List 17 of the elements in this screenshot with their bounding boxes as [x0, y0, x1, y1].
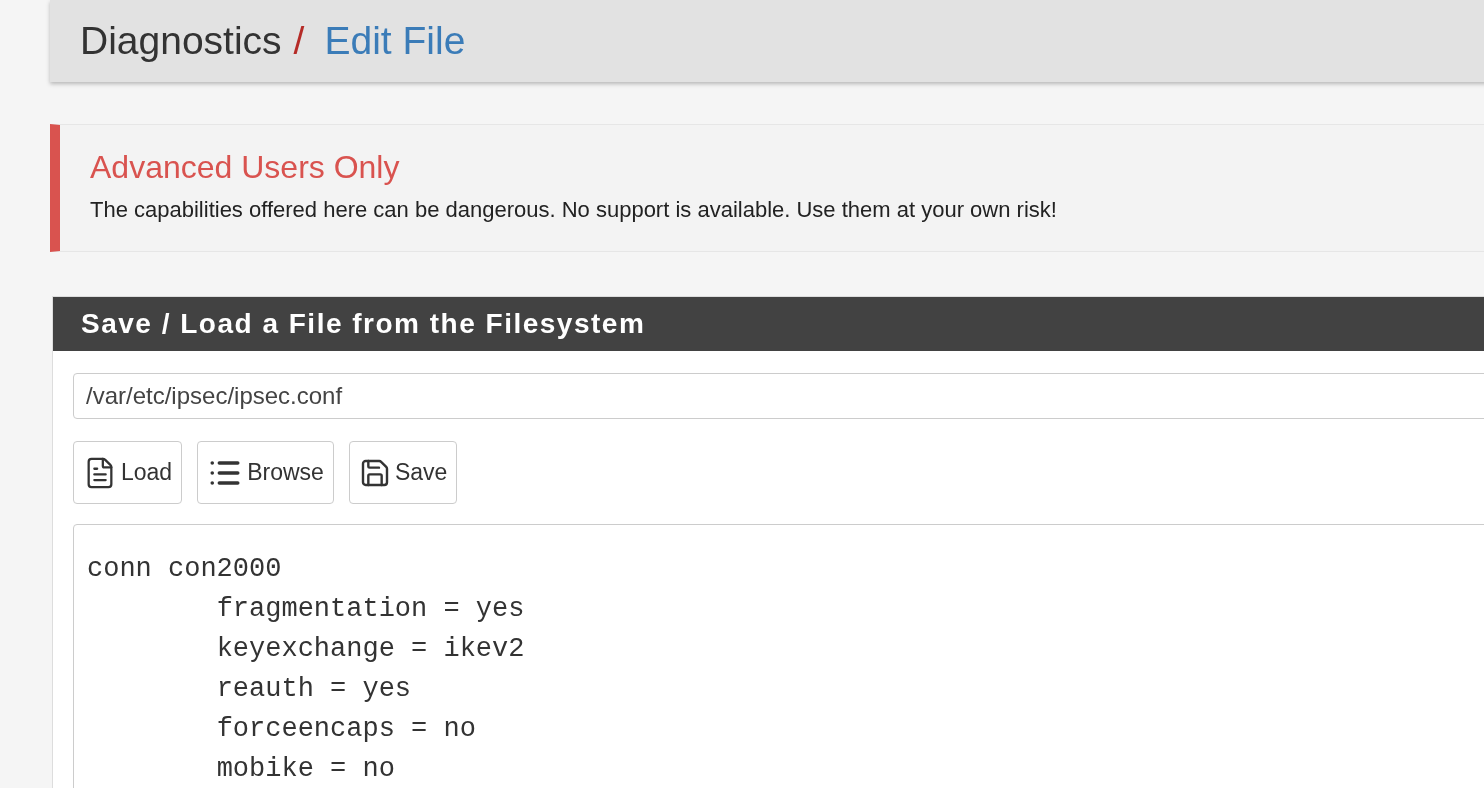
breadcrumb-section: Diagnostics	[80, 11, 282, 71]
alert-title: Advanced Users Only	[90, 148, 401, 187]
code-line: keyexchange = ikev2	[215, 633, 525, 666]
alert-message: The capabilities offered here can be dangerous. No support is available. Use them at your own risk!	[90, 196, 1058, 224]
save-button[interactable]: Save	[348, 441, 458, 504]
breadcrumb-separator: /	[293, 17, 305, 64]
breadcrumb-page: Edit File	[324, 17, 466, 64]
code-line: forceencaps = no	[215, 713, 476, 746]
panel-title: Save / Load a File from the Filesystem	[81, 307, 646, 341]
browse-button[interactable]: Browse	[197, 441, 334, 504]
code-line: conn con2000	[87, 553, 282, 586]
code-line: reauth = yes	[215, 673, 412, 706]
load-button[interactable]: Load	[73, 441, 183, 504]
path-input-field[interactable]: /var/etc/ipsec/ipsec.conf	[73, 373, 1484, 419]
code-line: mobike = no	[215, 753, 395, 786]
code-line: fragmentation = yes	[215, 593, 525, 626]
file-editor[interactable]: conn con2000 fragmentation = yes keyexchange = ikev2 reauth = yes forceencaps = no mobike = no	[73, 524, 1484, 788]
